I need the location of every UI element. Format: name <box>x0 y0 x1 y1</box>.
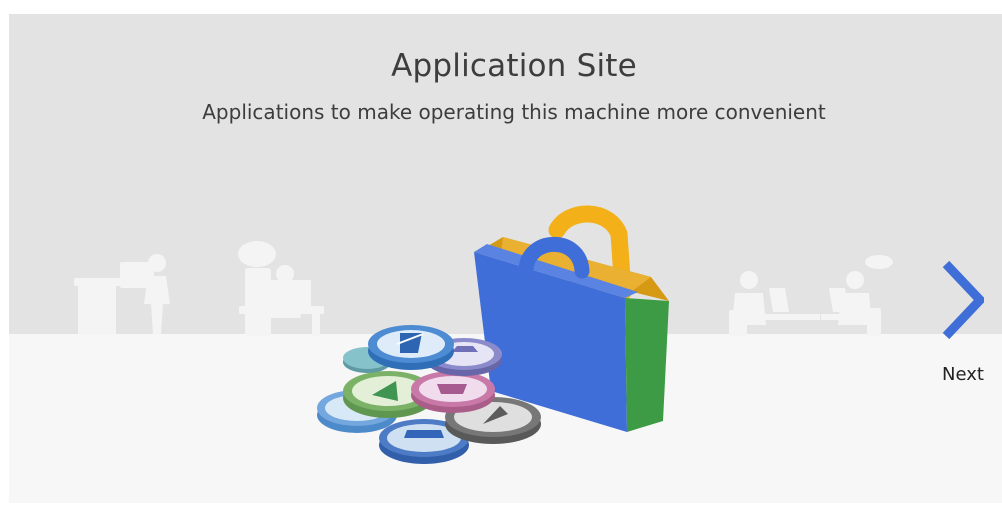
token-pink <box>411 371 495 413</box>
token-blue-top <box>368 325 454 370</box>
next-label: Next <box>942 364 984 385</box>
next-button[interactable]: Next <box>924 258 1002 398</box>
application-site-screen: Application Site Applications to make op… <box>9 14 1002 503</box>
chevron-right-icon <box>942 260 984 340</box>
application-site-illustration <box>74 205 893 464</box>
meeting-right-silhouette <box>821 255 893 336</box>
bag-side <box>625 298 669 432</box>
desk-worker-silhouette <box>238 241 324 336</box>
meeting-left-silhouette <box>729 271 820 336</box>
copier-user-silhouette <box>74 254 170 335</box>
